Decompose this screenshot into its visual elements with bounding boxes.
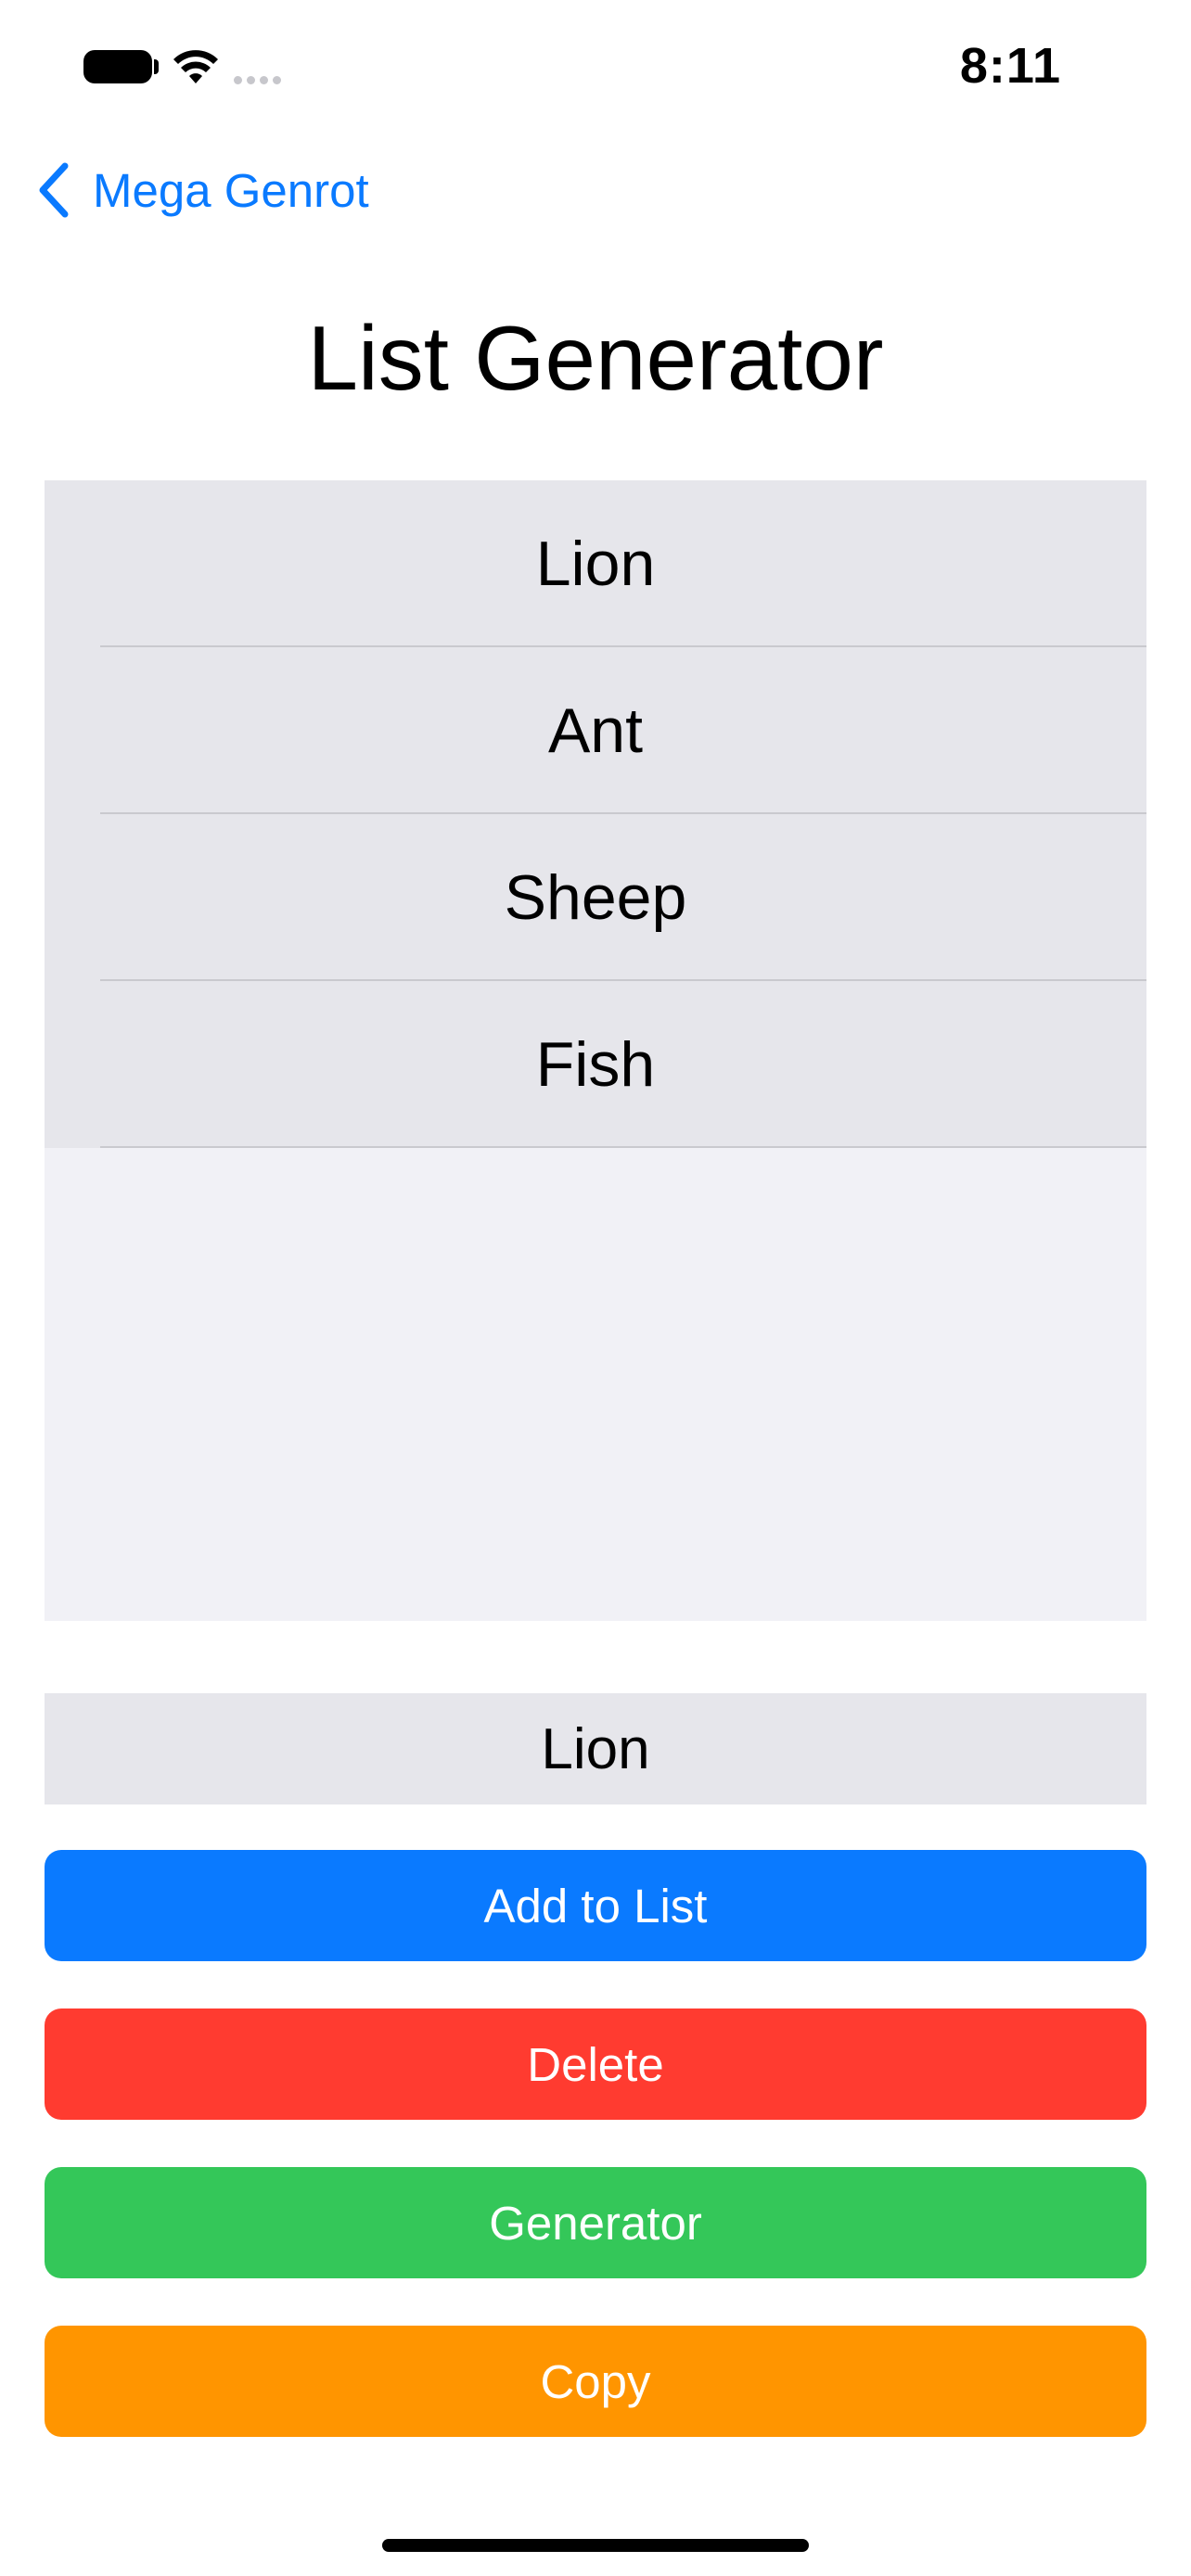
list-item[interactable]: Sheep bbox=[45, 814, 1146, 981]
list-item-label: Sheep bbox=[504, 862, 687, 933]
back-label: Mega Genrot bbox=[93, 163, 369, 217]
back-button[interactable]: Mega Genrot bbox=[35, 158, 369, 223]
wifi-icon bbox=[173, 50, 218, 83]
list-item-label: Ant bbox=[547, 695, 644, 766]
home-indicator[interactable] bbox=[382, 2539, 809, 2552]
list-item-label: Fish bbox=[535, 1029, 656, 1100]
list-item-label: Lion bbox=[535, 529, 656, 599]
page-title: List Generator bbox=[307, 307, 884, 409]
add-to-list-button[interactable]: Add to List bbox=[45, 1850, 1146, 1961]
signal-icon bbox=[234, 72, 293, 84]
chevron-left-icon bbox=[39, 162, 69, 218]
item-input[interactable] bbox=[45, 1693, 1146, 1804]
status-time: 8:11 bbox=[959, 38, 1061, 94]
generator-button[interactable]: Generator bbox=[45, 2167, 1146, 2278]
copy-button[interactable]: Copy bbox=[45, 2326, 1146, 2437]
status-bar: 8:11 bbox=[0, 0, 1191, 139]
battery-cap bbox=[154, 59, 159, 74]
battery-icon bbox=[83, 50, 152, 83]
list-item[interactable]: Fish bbox=[45, 981, 1146, 1148]
animal-list[interactable]: Lion Ant Sheep Fish bbox=[45, 480, 1146, 1621]
delete-button[interactable]: Delete bbox=[45, 2009, 1146, 2120]
list-item[interactable]: Ant bbox=[45, 647, 1146, 814]
list-item[interactable]: Lion bbox=[45, 480, 1146, 647]
